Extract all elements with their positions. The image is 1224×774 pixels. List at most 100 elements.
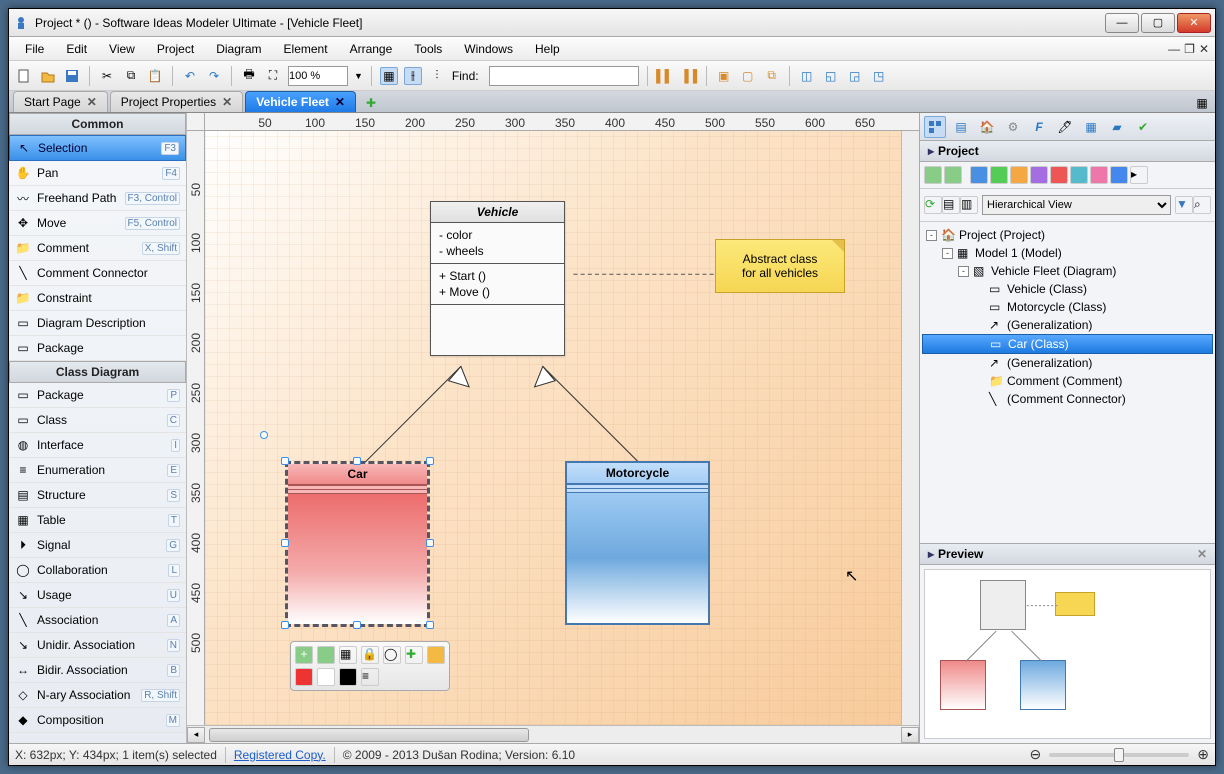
send-back-button[interactable]: ▢ bbox=[739, 67, 757, 85]
find-input[interactable] bbox=[489, 66, 639, 86]
tree-node[interactable]: ▭Motorcycle (Class) bbox=[922, 298, 1213, 316]
rp-tab-8[interactable]: ▰ bbox=[1106, 116, 1128, 138]
save-button[interactable] bbox=[63, 67, 81, 85]
tree-node[interactable]: ╲(Comment Connector) bbox=[922, 390, 1213, 408]
align-right-button[interactable]: ▐▐ bbox=[680, 67, 698, 85]
bring-front-button[interactable]: ▣ bbox=[715, 67, 733, 85]
ctx-color-black[interactable] bbox=[339, 668, 357, 686]
proj-tb-red[interactable] bbox=[1050, 166, 1068, 184]
proj-tb-cyan[interactable] bbox=[1070, 166, 1088, 184]
ctx-folder-icon[interactable] bbox=[427, 646, 445, 664]
tab-project-properties[interactable]: Project Properties✕ bbox=[110, 91, 243, 112]
rp-tab-7[interactable]: ▦ bbox=[1080, 116, 1102, 138]
align-left-button[interactable]: ▌▌ bbox=[656, 67, 674, 85]
tool-unidir-association[interactable]: ↘Unidir. AssociationN bbox=[9, 633, 186, 658]
tool-class[interactable]: ▭ClassC bbox=[9, 408, 186, 433]
resize-handle[interactable] bbox=[426, 539, 434, 547]
scrollbar-horizontal[interactable]: ◂ ▸ bbox=[187, 725, 919, 743]
tool-pan[interactable]: ✋PanF4 bbox=[9, 161, 186, 186]
proj-tb-more[interactable]: ▸ bbox=[1130, 166, 1148, 184]
project-tree[interactable]: -🏠Project (Project)-▦Model 1 (Model)-▧Ve… bbox=[920, 222, 1215, 543]
ctx-color-white[interactable] bbox=[317, 668, 335, 686]
tool-freehand-path[interactable]: 〰Freehand PathF3, Control bbox=[9, 186, 186, 211]
ctx-lines-icon[interactable]: ≡ bbox=[361, 668, 379, 686]
proj-tb-1[interactable] bbox=[924, 166, 942, 184]
tool-enumeration[interactable]: ≡EnumerationE bbox=[9, 458, 186, 483]
cut-button[interactable]: ✂ bbox=[98, 67, 116, 85]
mdi-minimize[interactable]: — bbox=[1168, 42, 1180, 56]
tool-table[interactable]: ▦TableT bbox=[9, 508, 186, 533]
tree-node[interactable]: -🏠Project (Project) bbox=[922, 226, 1213, 244]
layout-2-button[interactable]: ◱ bbox=[822, 67, 840, 85]
diagram-canvas[interactable]: Vehicle - color - wheels + Start () + Mo… bbox=[205, 131, 901, 725]
menu-windows[interactable]: Windows bbox=[454, 39, 523, 59]
uml-comment-note[interactable]: Abstract class for all vehicles bbox=[715, 239, 845, 293]
rp-tab-4[interactable]: ⚙ bbox=[1002, 116, 1024, 138]
scroll-left-button[interactable]: ◂ bbox=[187, 727, 205, 743]
zoom-in-icon[interactable]: ⊕ bbox=[1197, 746, 1209, 763]
proj-tb-orange[interactable] bbox=[1010, 166, 1028, 184]
tree-toggle[interactable]: - bbox=[926, 230, 937, 241]
grid-toggle[interactable]: ▦ bbox=[380, 67, 398, 85]
tree-toggle[interactable]: - bbox=[942, 248, 953, 259]
menu-edit[interactable]: Edit bbox=[56, 39, 97, 59]
mdi-close[interactable]: ✕ bbox=[1199, 42, 1209, 56]
mdi-restore[interactable]: ❐ bbox=[1184, 42, 1195, 56]
menu-file[interactable]: File bbox=[15, 39, 54, 59]
redo-button[interactable]: ↷ bbox=[205, 67, 223, 85]
undo-button[interactable]: ↶ bbox=[181, 67, 199, 85]
proj-tb-blue2[interactable] bbox=[1110, 166, 1128, 184]
paste-button[interactable]: 📋 bbox=[146, 67, 164, 85]
print-button[interactable]: 🖶 bbox=[240, 67, 258, 85]
tree-node[interactable]: ↗(Generalization) bbox=[922, 316, 1213, 334]
scrollbar-vertical[interactable] bbox=[901, 131, 919, 725]
project-tab-icon[interactable] bbox=[924, 116, 946, 138]
proj-tb-green[interactable] bbox=[990, 166, 1008, 184]
tab-options-button[interactable]: ▦ bbox=[1193, 94, 1211, 112]
tool-move[interactable]: ✥MoveF5, Control bbox=[9, 211, 186, 236]
proj-tb-blue[interactable] bbox=[970, 166, 988, 184]
zoom-fit-button[interactable]: ⛶ bbox=[264, 67, 282, 85]
ctx-add-icon[interactable]: + bbox=[295, 646, 313, 664]
tool-n-ary-association[interactable]: ◇N-ary AssociationR, Shift bbox=[9, 683, 186, 708]
resize-handle[interactable] bbox=[281, 621, 289, 629]
titlebar[interactable]: Project * () - Software Ideas Modeler Ul… bbox=[9, 9, 1215, 37]
layout-3-button[interactable]: ◲ bbox=[846, 67, 864, 85]
close-icon[interactable]: ✕ bbox=[335, 95, 345, 109]
scroll-thumb[interactable] bbox=[209, 728, 529, 742]
menu-help[interactable]: Help bbox=[525, 39, 570, 59]
menu-view[interactable]: View bbox=[99, 39, 145, 59]
resize-handle[interactable] bbox=[353, 457, 361, 465]
close-icon[interactable]: ✕ bbox=[222, 95, 232, 109]
resize-handle[interactable] bbox=[281, 539, 289, 547]
tool-usage[interactable]: ↘UsageU bbox=[9, 583, 186, 608]
view-mode-combo[interactable]: Hierarchical View bbox=[982, 195, 1171, 215]
menu-project[interactable]: Project bbox=[147, 39, 204, 59]
zoom-out-icon[interactable]: ⊖ bbox=[1030, 746, 1042, 763]
minimize-button[interactable]: — bbox=[1105, 13, 1139, 33]
tool-package[interactable]: ▭PackageP bbox=[9, 383, 186, 408]
open-button[interactable] bbox=[39, 67, 57, 85]
resize-handle[interactable] bbox=[426, 457, 434, 465]
ctx-grid-icon[interactable]: ▦ bbox=[339, 646, 357, 664]
scroll-right-button[interactable]: ▸ bbox=[901, 727, 919, 743]
menu-tools[interactable]: Tools bbox=[404, 39, 452, 59]
rotate-handle[interactable] bbox=[260, 431, 268, 439]
tab-start-page[interactable]: Start Page✕ bbox=[13, 91, 108, 112]
menu-arrange[interactable]: Arrange bbox=[340, 39, 403, 59]
tool-comment-connector[interactable]: ╲Comment Connector bbox=[9, 261, 186, 286]
tool-signal[interactable]: ⏵SignalG bbox=[9, 533, 186, 558]
layout-1-button[interactable]: ◫ bbox=[798, 67, 816, 85]
snap-toggle[interactable]: ⫲ bbox=[404, 67, 422, 85]
tree-node[interactable]: 📁Comment (Comment) bbox=[922, 372, 1213, 390]
ctx-circle-icon[interactable]: ◯ bbox=[383, 646, 401, 664]
tree-node[interactable]: -▦Model 1 (Model) bbox=[922, 244, 1213, 262]
filter-icon[interactable]: ▼ bbox=[1175, 196, 1193, 214]
zoom-slider-track[interactable] bbox=[1049, 753, 1189, 757]
tree-node[interactable]: ▭Car (Class) bbox=[922, 334, 1213, 354]
tree-btn-2[interactable]: ▥ bbox=[960, 196, 978, 214]
tool-collaboration[interactable]: ◯CollaborationL bbox=[9, 558, 186, 583]
resize-handle[interactable] bbox=[281, 457, 289, 465]
close-button[interactable]: ✕ bbox=[1177, 13, 1211, 33]
tree-btn-1[interactable]: ▤ bbox=[942, 196, 960, 214]
